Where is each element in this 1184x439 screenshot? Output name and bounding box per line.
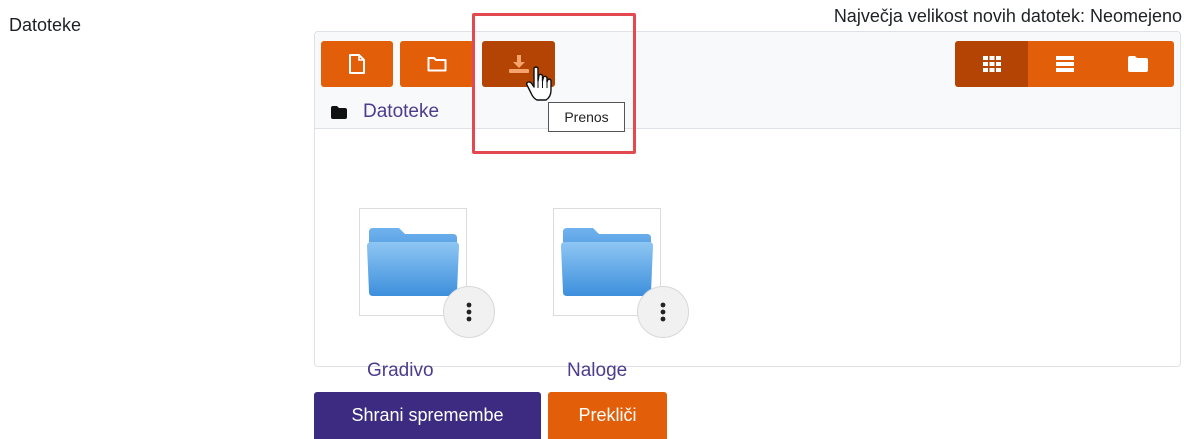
grid-view-button[interactable] — [955, 41, 1028, 87]
file-options-button[interactable] — [637, 286, 689, 338]
file-manager-header: Datoteke — [315, 32, 1180, 129]
file-manager: Datoteke Gradivo Naloge — [314, 31, 1181, 381]
breadcrumb-root[interactable]: Datoteke — [363, 101, 439, 123]
highlight-box — [472, 13, 636, 154]
grid-view-icon — [982, 56, 1001, 72]
folder-tree-view-button[interactable] — [1101, 41, 1174, 87]
view-switcher — [955, 41, 1174, 87]
cancel-button[interactable]: Prekliči — [548, 392, 667, 439]
folder-icon — [331, 105, 347, 119]
field-label: Datoteke — [9, 15, 82, 35]
folder-icon — [561, 228, 653, 296]
folder-icon — [367, 228, 459, 296]
hand-cursor-icon — [526, 66, 552, 101]
tooltip: Prenos — [548, 102, 625, 132]
new-folder-icon — [427, 57, 447, 72]
add-file-button[interactable] — [321, 41, 393, 87]
folder-tree-view-icon — [1127, 56, 1148, 72]
list-view-button[interactable] — [1028, 41, 1101, 87]
new-file-icon — [349, 54, 365, 74]
more-vertical-icon — [466, 302, 472, 322]
file-name[interactable]: Naloge — [567, 360, 627, 382]
file-options-button[interactable] — [443, 286, 495, 338]
file-name[interactable]: Gradivo — [367, 360, 434, 382]
list-view-icon — [1055, 56, 1074, 72]
breadcrumb: Datoteke — [331, 101, 439, 123]
more-vertical-icon — [660, 302, 666, 322]
max-size-info: Največja velikost novih datotek: Neomeje… — [833, 6, 1182, 26]
save-changes-button[interactable]: Shrani spremembe — [314, 392, 541, 439]
create-folder-button[interactable] — [400, 41, 474, 87]
